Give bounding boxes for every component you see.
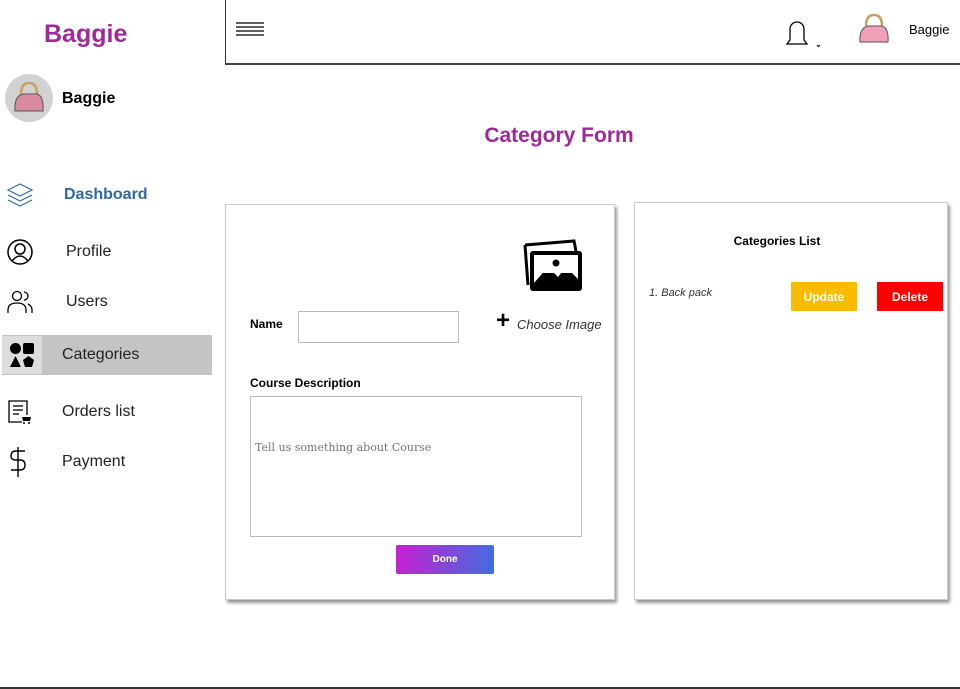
user-circle-icon xyxy=(0,238,40,266)
image-gallery-icon xyxy=(522,239,584,298)
choose-image-button[interactable]: + Choose Image xyxy=(496,306,602,334)
order-list-icon xyxy=(0,398,40,426)
sidebar-item-dashboard[interactable]: Dashboard xyxy=(0,175,212,215)
categories-list-card: Categories List 1. Back pack Update Dele… xyxy=(634,202,948,600)
description-label: Course Description xyxy=(250,376,361,390)
bag-icon xyxy=(14,81,44,112)
sidebar-item-orders-list[interactable]: Orders list xyxy=(0,392,212,432)
category-form-card: Name + Choose Image Course Description D… xyxy=(225,204,615,600)
hamburger-menu-icon[interactable] xyxy=(236,20,264,45)
brand-logo: Baggie xyxy=(44,20,128,48)
list-item-label: 1. Back pack xyxy=(649,287,712,299)
users-icon xyxy=(0,289,40,315)
user-avatar-icon[interactable] xyxy=(856,12,892,53)
topbar-username[interactable]: Baggie xyxy=(909,22,949,37)
name-label: Name xyxy=(250,317,283,331)
update-button[interactable]: Update xyxy=(791,282,857,311)
top-bar: Baggie xyxy=(225,0,960,65)
layers-icon xyxy=(0,183,40,207)
sidebar-item-payment[interactable]: Payment xyxy=(0,442,212,482)
dollar-icon xyxy=(0,446,40,478)
plus-icon: + xyxy=(496,306,511,334)
profile-avatar xyxy=(5,74,53,122)
shapes-icon xyxy=(2,336,42,374)
description-textarea[interactable] xyxy=(250,396,582,537)
categories-list-title: Categories List xyxy=(733,234,821,248)
name-input[interactable] xyxy=(298,311,459,343)
sidebar-item-categories[interactable]: Categories xyxy=(2,335,212,375)
done-button[interactable]: Done xyxy=(396,545,494,574)
sidebar-item-profile[interactable]: Profile xyxy=(0,232,212,272)
page-title: Category Form xyxy=(484,124,634,147)
sidebar-item-users[interactable]: Users xyxy=(0,282,212,322)
profile-name: Baggie xyxy=(62,90,116,107)
bell-icon[interactable] xyxy=(784,18,824,53)
delete-button[interactable]: Delete xyxy=(877,282,943,311)
